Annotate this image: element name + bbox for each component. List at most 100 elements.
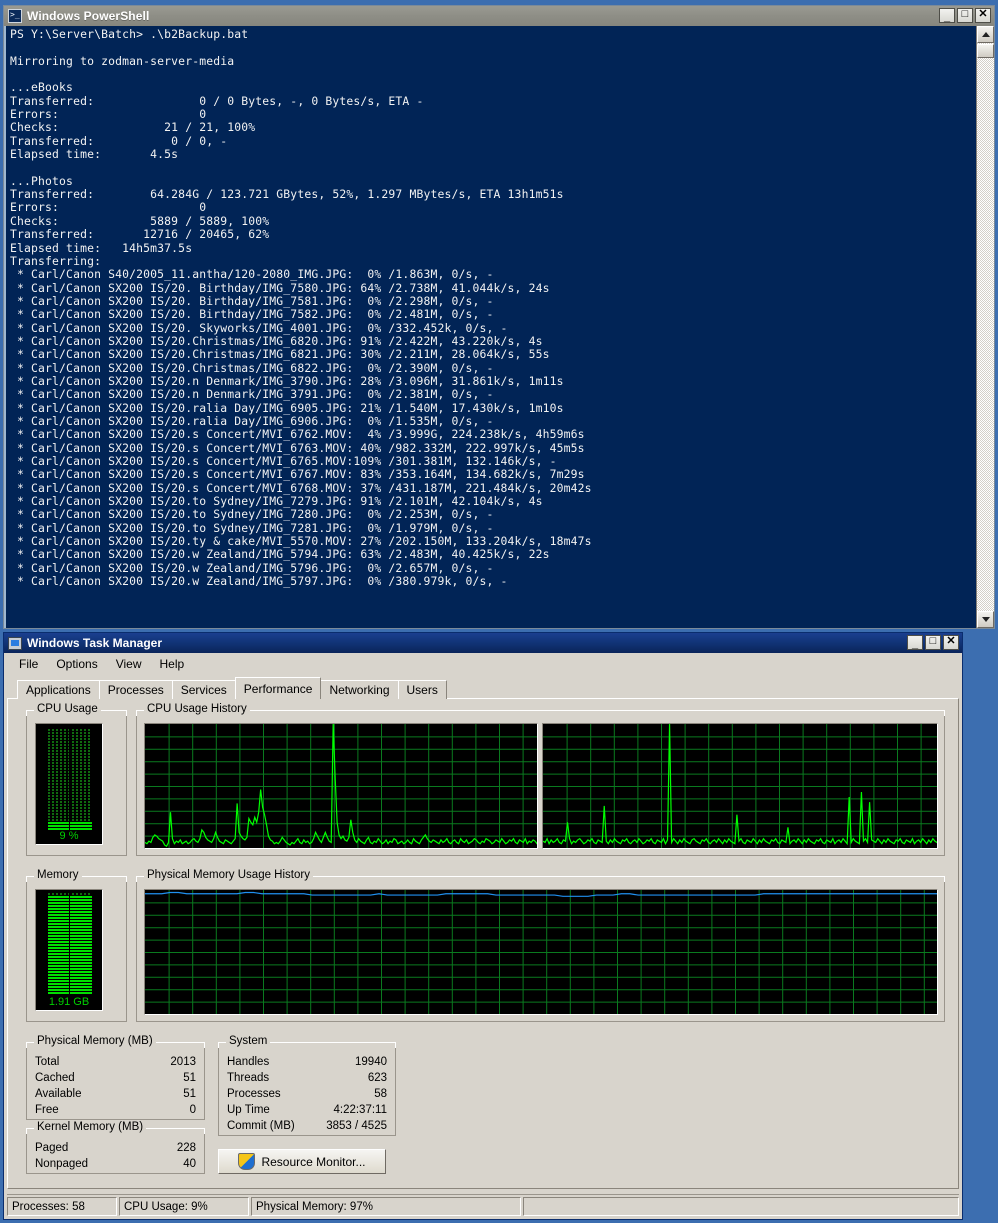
console-line: * Carl/Canon SX200 IS/20. Birthday/IMG_7… [10, 293, 494, 308]
task-manager-icon [8, 636, 22, 650]
console-line: * Carl/Canon SX200 IS/20.to Sydney/IMG_7… [10, 507, 494, 522]
console-line: * Carl/Canon S40/2005_11.antha/120-2080_… [10, 267, 494, 282]
kernel-memory-label: Nonpaged [35, 1158, 89, 1170]
tab-users[interactable]: Users [397, 680, 447, 699]
tab-services[interactable]: Services [171, 680, 236, 699]
status-cell-0: Processes: 58 [7, 1197, 117, 1216]
physical-memory-value: 2013 [170, 1056, 196, 1068]
console-line: * Carl/Canon SX200 IS/20. Birthday/IMG_7… [10, 307, 494, 322]
system-label: Threads [227, 1072, 270, 1084]
console-line: * Carl/Canon SX200 IS/20.n Denmark/IMG_3… [10, 387, 494, 402]
console-line: Checks: 21 / 21, 100% [10, 120, 256, 135]
kernel-memory-group: Kernel Memory (MB) Paged 228 Nonpaged 40 [26, 1121, 205, 1174]
scroll-up-button[interactable] [977, 26, 994, 43]
kernel-memory-value: 228 [176, 1142, 196, 1154]
system-label: Handles [227, 1056, 270, 1068]
system-group-label: System [226, 1035, 271, 1047]
system-value: 623 [367, 1072, 387, 1084]
cpu-usage-history-group: CPU Usage History [136, 703, 945, 856]
task-manager-title: Windows Task Manager [27, 636, 163, 650]
cpu-usage-gauge: 9 % [35, 723, 103, 845]
menu-item-file[interactable]: File [10, 655, 47, 673]
physical-memory-label: Total [35, 1056, 60, 1068]
cpu-history-graph-1 [144, 723, 538, 849]
maximize-icon: □ [929, 635, 937, 647]
console-line: ...Photos [10, 173, 74, 188]
system-row: Handles 19940 [219, 1054, 395, 1070]
kernel-memory-value: 40 [183, 1158, 196, 1170]
console-line: Transferred: 12716 / 20465, 62% [10, 227, 270, 242]
kernel-memory-row: Paged 228 [27, 1140, 204, 1156]
memory-group: Memory 1.91 GB [26, 869, 127, 1022]
memory-group-label: Memory [34, 869, 82, 881]
menu-item-help[interactable]: Help [151, 655, 194, 673]
powershell-close-button[interactable]: ✕ [975, 8, 991, 23]
physical-memory-value: 0 [189, 1104, 196, 1116]
powershell-icon [8, 8, 22, 23]
scrollbar-thumb[interactable] [977, 44, 994, 58]
memory-history-graph [144, 889, 938, 1015]
cpu-usage-group-label: CPU Usage [34, 703, 101, 715]
console-line: * Carl/Canon SX200 IS/20.Christmas/IMG_6… [10, 333, 543, 348]
menu-item-options[interactable]: Options [47, 655, 106, 673]
memory-value: 1.91 GB [48, 996, 90, 1008]
console-output: PS Y:\Server\Batch> .\b2Backup.bat Mirror… [10, 27, 976, 589]
task-manager-minimize-button[interactable]: _ [907, 635, 923, 650]
console-line: * Carl/Canon SX200 IS/20. Skyworks/IMG_4… [10, 320, 508, 335]
physical-memory-label: Available [35, 1088, 82, 1100]
console-line: Elapsed time: 4.5s [10, 147, 179, 162]
cpu-history-graph-2 [542, 723, 938, 849]
console-line: * Carl/Canon SX200 IS/20.ty & cake/MVI_5… [10, 534, 592, 549]
system-row: Up Time 4:22:37:11 [219, 1102, 395, 1118]
resource-monitor-label: Resource Monitor... [261, 1154, 366, 1169]
console-line: * Carl/Canon SX200 IS/20.Christmas/IMG_6… [10, 360, 494, 375]
physical-memory-group-label: Physical Memory (MB) [34, 1035, 156, 1047]
powershell-minimize-button[interactable]: _ [939, 8, 955, 23]
console-line: Mirroring to zodman-server-media [10, 53, 235, 68]
chevron-up-icon [981, 32, 990, 37]
powershell-scrollbar[interactable] [976, 26, 994, 628]
tab-processes[interactable]: Processes [98, 680, 173, 699]
console-line: Checks: 5889 / 5889, 100% [10, 213, 270, 228]
powershell-console[interactable]: PS Y:\Server\Batch> .\b2Backup.bat Mirror… [4, 26, 976, 628]
chevron-down-icon [981, 617, 990, 622]
console-line: Transferred: 0 / 0 Bytes, -, 0 Bytes/s, … [10, 93, 424, 108]
resource-monitor-button[interactable]: Resource Monitor... [218, 1149, 386, 1174]
powershell-titlebar[interactable]: Windows PowerShell _ □ ✕ [4, 6, 994, 26]
close-icon: ✕ [946, 635, 956, 647]
system-row: Threads 623 [219, 1070, 395, 1086]
system-value: 3853 / 4525 [326, 1120, 387, 1132]
powershell-maximize-button[interactable]: □ [957, 8, 973, 23]
menu-item-view[interactable]: View [107, 655, 151, 673]
console-line: * Carl/Canon SX200 IS/20.to Sydney/IMG_7… [10, 494, 543, 509]
memory-history-group-label: Physical Memory Usage History [144, 869, 313, 881]
console-line: * Carl/Canon SX200 IS/20.w Zealand/IMG_5… [10, 547, 550, 562]
powershell-body: PS Y:\Server\Batch> .\b2Backup.bat Mirror… [4, 26, 994, 628]
scroll-down-button[interactable] [977, 611, 994, 628]
memory-gauge: 1.91 GB [35, 889, 103, 1011]
task-manager-titlebar[interactable]: Windows Task Manager _ □ ✕ [4, 633, 962, 653]
cpu-usage-value: 9 % [59, 830, 79, 842]
memory-history-chart [145, 890, 937, 1014]
task-manager-close-button[interactable]: ✕ [943, 635, 959, 650]
system-row: Processes 58 [219, 1086, 395, 1102]
powershell-title: Windows PowerShell [27, 9, 150, 23]
cpu-gauge-bars [36, 724, 102, 844]
task-manager-maximize-button[interactable]: □ [925, 635, 941, 650]
kernel-memory-group-label: Kernel Memory (MB) [34, 1121, 147, 1133]
physical-memory-rows: Total 2013 Cached 51 Available 51 Free 0 [27, 1054, 204, 1118]
system-rows: Handles 19940 Threads 623 Processes 58 Up Time… [219, 1054, 395, 1134]
console-line: * Carl/Canon SX200 IS/20.s Concert/MVI_6… [10, 427, 585, 442]
physical-memory-label: Cached [35, 1072, 75, 1084]
console-line: * Carl/Canon SX200 IS/20.w Zealand/IMG_5… [10, 574, 508, 589]
tab-networking[interactable]: Networking [320, 680, 399, 699]
tab-performance[interactable]: Performance [234, 677, 322, 699]
console-line: Errors: 0 [10, 107, 207, 122]
tab-applications[interactable]: Applications [17, 680, 100, 699]
console-line: * Carl/Canon SX200 IS/20.to Sydney/IMG_7… [10, 520, 494, 535]
console-line: * Carl/Canon SX200 IS/20.s Concert/MVI_6… [10, 480, 592, 495]
desktop-background: Windows PowerShell _ □ ✕ PS Y:\Server\Ba… [0, 0, 998, 1223]
task-manager-client: Applications Processes Services Performance… [7, 677, 959, 1189]
console-line: Elapsed time: 14h5m37.5s [10, 240, 193, 255]
